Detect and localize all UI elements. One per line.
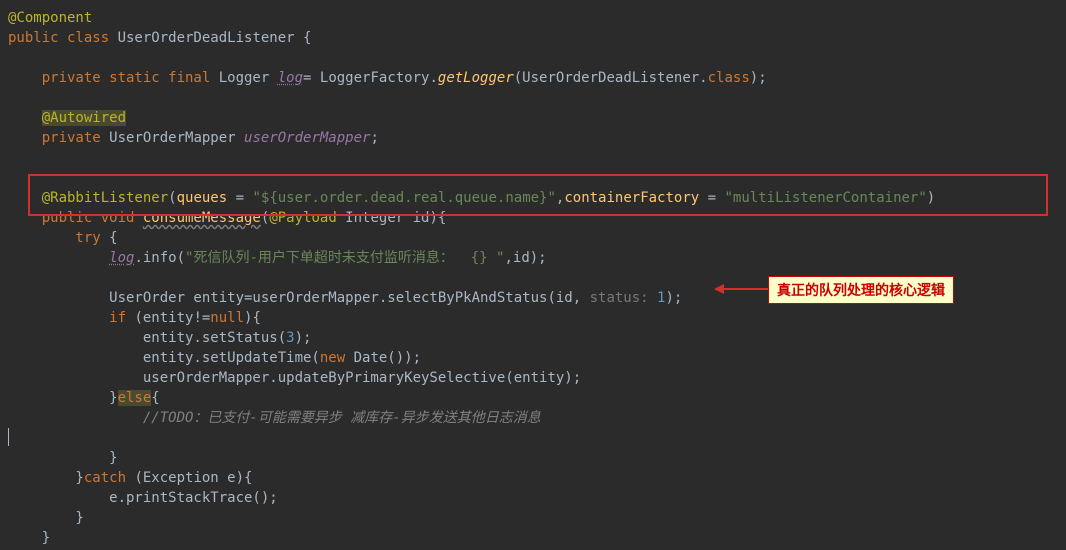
code-line: } <box>8 448 1066 468</box>
code-line <box>8 428 1066 448</box>
code-line: } <box>8 508 1066 528</box>
code-line: //TODO：已支付-可能需要异步 减库存-异步发送其他日志消息 <box>8 408 1066 428</box>
code-line: @Autowired <box>8 108 1066 128</box>
code-line: private UserOrderMapper userOrderMapper; <box>8 128 1066 148</box>
code-line: private static final Logger log= LoggerF… <box>8 68 1066 88</box>
code-line <box>8 48 1066 68</box>
code-line: log.info("死信队列-用户下单超时未支付监听消息： {} ",id); <box>8 248 1066 268</box>
code-line: entity.setUpdateTime(new Date()); <box>8 348 1066 368</box>
code-line <box>8 88 1066 108</box>
code-line: userOrderMapper.updateByPrimaryKeySelect… <box>8 368 1066 388</box>
code-line: if (entity!=null){ <box>8 308 1066 328</box>
text-caret <box>8 428 9 446</box>
annotation: @Component <box>8 10 92 26</box>
code-line: }catch (Exception e){ <box>8 468 1066 488</box>
code-line: entity.setStatus(3); <box>8 328 1066 348</box>
todo-comment: //TODO：已支付-可能需要异步 减库存-异步发送其他日志消息 <box>8 410 541 426</box>
code-line: e.printStackTrace(); <box>8 488 1066 508</box>
annotation-callout: 真正的队列处理的核心逻辑 <box>768 276 954 304</box>
code-line: try { <box>8 228 1066 248</box>
code-line: @RabbitListener(queues = "${user.order.d… <box>8 188 1066 208</box>
code-line: public void consumeMessage(@Payload Inte… <box>8 208 1066 228</box>
code-line <box>8 148 1066 168</box>
code-line: } <box>8 528 1066 548</box>
code-line: @Component <box>8 8 1066 28</box>
code-line <box>8 168 1066 188</box>
code-line: public class UserOrderDeadListener { <box>8 28 1066 48</box>
code-line: }else{ <box>8 388 1066 408</box>
inline-hint: status: <box>590 290 657 306</box>
